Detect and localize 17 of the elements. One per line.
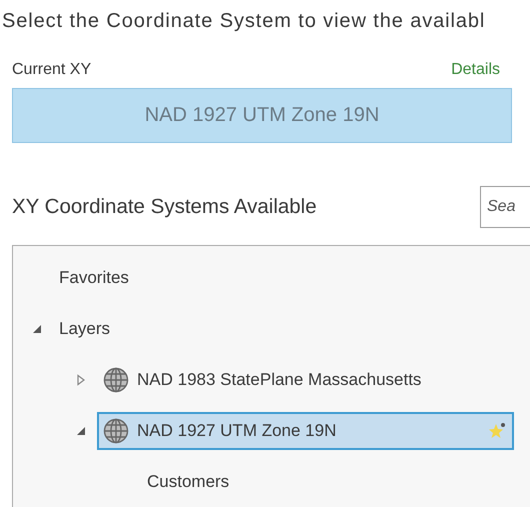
collapse-arrow-icon[interactable] xyxy=(31,322,43,334)
current-xy-label: Current XY xyxy=(12,61,92,79)
tree-item[interactable]: Favorites xyxy=(53,258,514,296)
collapse-arrow-icon[interactable] xyxy=(75,424,87,436)
tree-item[interactable]: Layers xyxy=(53,310,514,348)
expand-arrow-icon[interactable] xyxy=(75,374,87,386)
search-field[interactable]: Sea xyxy=(480,186,530,228)
tree-item[interactable]: NAD 1983 StatePlane Massachusetts xyxy=(97,360,514,398)
section-title: XY Coordinate Systems Available xyxy=(12,195,317,220)
globe-icon xyxy=(103,418,129,444)
instruction-text: Select the Coordinate System to view the availabl xyxy=(1,9,486,33)
tree-item[interactable]: NAD 1927 UTM Zone 19N xyxy=(97,412,514,450)
details-link[interactable]: Details xyxy=(451,61,500,79)
current-coordinate-system: NAD 1927 UTM Zone 19N xyxy=(12,88,512,144)
star-icon[interactable] xyxy=(488,422,506,440)
tree-item[interactable]: Customers xyxy=(141,462,514,500)
globe-icon xyxy=(103,366,129,392)
